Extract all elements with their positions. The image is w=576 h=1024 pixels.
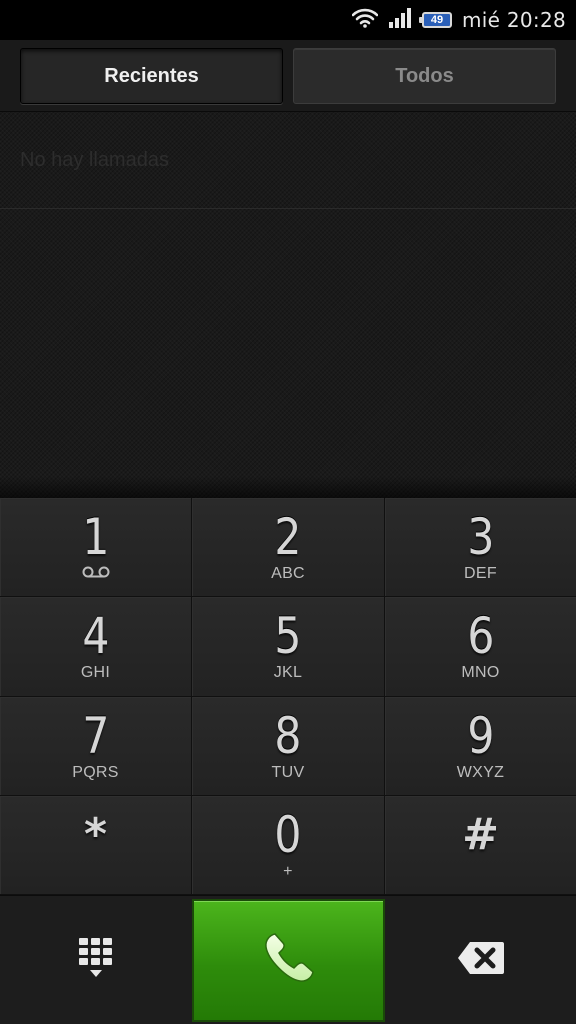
key-letters: MNO <box>461 664 500 682</box>
tab-todos[interactable]: Todos <box>293 48 556 104</box>
dialpad: 1 2 ABC 3 DEF 4 GHI 5 JKL 6 MNO 7 PQRS 8… <box>0 498 576 895</box>
key-5[interactable]: 5 JKL <box>192 597 385 697</box>
key-letters: GHI <box>80 664 111 682</box>
key-digit: 9 <box>466 706 495 765</box>
key-digit: 1 <box>81 508 110 567</box>
key-digit: # <box>462 808 499 860</box>
call-button[interactable] <box>192 899 385 1022</box>
key-letters: PQRS <box>72 763 119 781</box>
signal-icon <box>388 7 412 33</box>
key-9[interactable]: 9 WXYZ <box>385 696 576 796</box>
log-shadow <box>0 476 576 498</box>
key-star[interactable]: * <box>0 795 192 895</box>
battery-level: 49 <box>430 14 444 26</box>
status-bar: 49 mié 20:28 <box>0 0 576 40</box>
tab-recientes[interactable]: Recientes <box>20 48 283 104</box>
key-letters: ABC <box>271 565 305 583</box>
key-digit: 7 <box>81 706 110 765</box>
wifi-icon <box>351 8 379 33</box>
clock: mié 20:28 <box>461 8 566 32</box>
key-digit: 6 <box>466 607 495 666</box>
key-letters: DEF <box>464 565 497 583</box>
empty-call-log-text: No hay llamadas <box>0 112 576 209</box>
key-digit: 5 <box>274 607 302 666</box>
key-digit: 2 <box>274 508 302 567</box>
key-letters: TUV <box>271 763 305 781</box>
key-8[interactable]: 8 TUV <box>192 696 385 796</box>
key-digit: 3 <box>466 508 495 567</box>
battery-icon: 49 <box>418 12 452 28</box>
key-3[interactable]: 3 DEF <box>385 498 576 598</box>
key-7[interactable]: 7 PQRS <box>0 696 192 796</box>
key-letters: + <box>283 862 293 880</box>
backspace-button[interactable] <box>385 896 576 1024</box>
key-hash[interactable]: # <box>385 795 576 895</box>
key-digit: 0 <box>274 805 302 864</box>
key-digit: * <box>83 808 107 860</box>
voicemail-icon <box>82 565 110 583</box>
key-0[interactable]: 0 + <box>192 795 385 895</box>
key-digit: 4 <box>81 607 110 666</box>
key-digit: 8 <box>274 706 302 765</box>
key-2[interactable]: 2 ABC <box>192 498 385 598</box>
action-bar <box>0 895 576 1024</box>
backspace-icon <box>456 940 506 981</box>
key-4[interactable]: 4 GHI <box>0 597 192 697</box>
key-1[interactable]: 1 <box>0 498 192 598</box>
key-letters: JKL <box>273 664 303 682</box>
call-log: No hay llamadas <box>0 112 576 498</box>
tab-bar: Recientes Todos <box>0 40 576 112</box>
toggle-keypad-button[interactable] <box>0 896 192 1024</box>
keypad-toggle-icon <box>78 937 114 984</box>
key-6[interactable]: 6 MNO <box>385 597 576 697</box>
phone-icon <box>261 930 317 991</box>
key-letters: WXYZ <box>456 763 505 781</box>
